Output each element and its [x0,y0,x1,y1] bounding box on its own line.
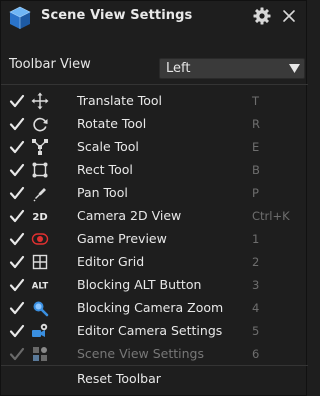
pan-icon [33,188,46,202]
toolbar-view-dropdown[interactable]: Left [159,58,305,79]
shortcut-key: 1 [252,232,260,246]
checkmark-icon[interactable] [9,300,25,316]
tool-row[interactable]: Editor Camera Settings 5 [1,320,308,342]
toolbar-view-selected: Left [166,61,191,76]
tool-label: Scene View Settings [77,346,204,361]
tool-label: Blocking ALT Button [77,277,202,292]
tool-label: Pan Tool [77,185,128,200]
svg-text:ALT: ALT [32,282,49,292]
tool-row[interactable]: Editor Grid 2 [1,251,308,273]
alt-key-icon: ALT [32,282,49,292]
tool-label: Rect Tool [77,162,133,177]
rotate-icon [33,117,48,132]
shortcut-key: T [252,94,260,108]
checkmark-icon[interactable] [9,93,25,109]
checkmark-icon[interactable] [9,185,25,201]
gear-icon[interactable] [253,7,271,25]
scene-settings-icon [33,347,47,361]
grid-icon [32,254,48,270]
tool-label: Translate Tool [77,93,163,108]
checkmark-icon[interactable] [9,323,25,339]
svg-text:2D: 2D [32,212,47,223]
cube-logo-icon [9,6,31,29]
divider [1,84,308,85]
tool-row[interactable]: Rect Tool B [1,159,308,181]
shortcut-key: 2 [252,255,260,269]
tool-label: Camera 2D View [77,208,182,223]
tool-row[interactable]: Blocking Camera Zoom 4 [1,297,308,319]
shortcut-key: 4 [252,301,260,315]
shortcut-key: 6 [252,347,260,361]
checkmark-icon[interactable] [9,139,25,155]
scale-icon [32,139,48,155]
panel-header: Scene View Settings [1,1,308,35]
tool-row[interactable]: Scale Tool E [1,136,308,158]
tool-label: Scale Tool [77,139,139,154]
translate-icon [31,92,49,110]
tool-row[interactable]: Translate Tool T [1,90,308,112]
shortcut-key: Ctrl+K [252,209,290,223]
shortcut-key: E [252,140,260,154]
checkmark-icon[interactable] [9,162,25,178]
checkmark-icon[interactable] [9,208,25,224]
tool-label: Editor Grid [77,254,145,269]
shortcut-key: 3 [252,278,260,292]
tool-row[interactable]: Pan Tool P [1,182,308,204]
tool-label: Rotate Tool [77,116,147,131]
checkmark-icon[interactable] [9,254,25,270]
triangle-down-icon [289,64,300,73]
tool-label: Blocking Camera Zoom [77,300,224,315]
scene-view-settings-panel: Scene View Settings Toolbar View Left Tr… [0,0,308,396]
camera-settings-icon [32,323,48,337]
tool-row[interactable]: Game Preview 1 [1,228,308,250]
toolbar-view-label: Toolbar View [9,57,91,72]
panel-title: Scene View Settings [41,8,193,23]
reset-toolbar-button[interactable]: Reset Toolbar [77,371,161,386]
close-icon[interactable] [281,8,297,24]
tool-row[interactable]: ALT Blocking ALT Button 3 [1,274,308,296]
tool-label: Editor Camera Settings [77,323,223,338]
camera-2d-icon: 2D [32,212,47,223]
tool-label: Game Preview [77,231,167,246]
checkmark-icon [9,347,25,361]
magnifier-icon [33,301,49,317]
tool-row[interactable]: 2D Camera 2D View Ctrl+K [1,205,308,227]
divider [1,365,308,366]
shortcut-key: P [252,186,259,200]
tool-row[interactable]: Rotate Tool R [1,113,308,135]
shortcut-key: 5 [252,324,260,338]
tool-row: Scene View Settings 6 [1,343,308,365]
shortcut-key: B [252,163,260,177]
checkmark-icon[interactable] [9,116,25,132]
checkmark-icon[interactable] [9,277,25,293]
rect-icon [32,162,48,178]
checkmark-icon[interactable] [9,231,25,247]
game-preview-icon [31,233,49,245]
shortcut-key: R [252,117,260,131]
